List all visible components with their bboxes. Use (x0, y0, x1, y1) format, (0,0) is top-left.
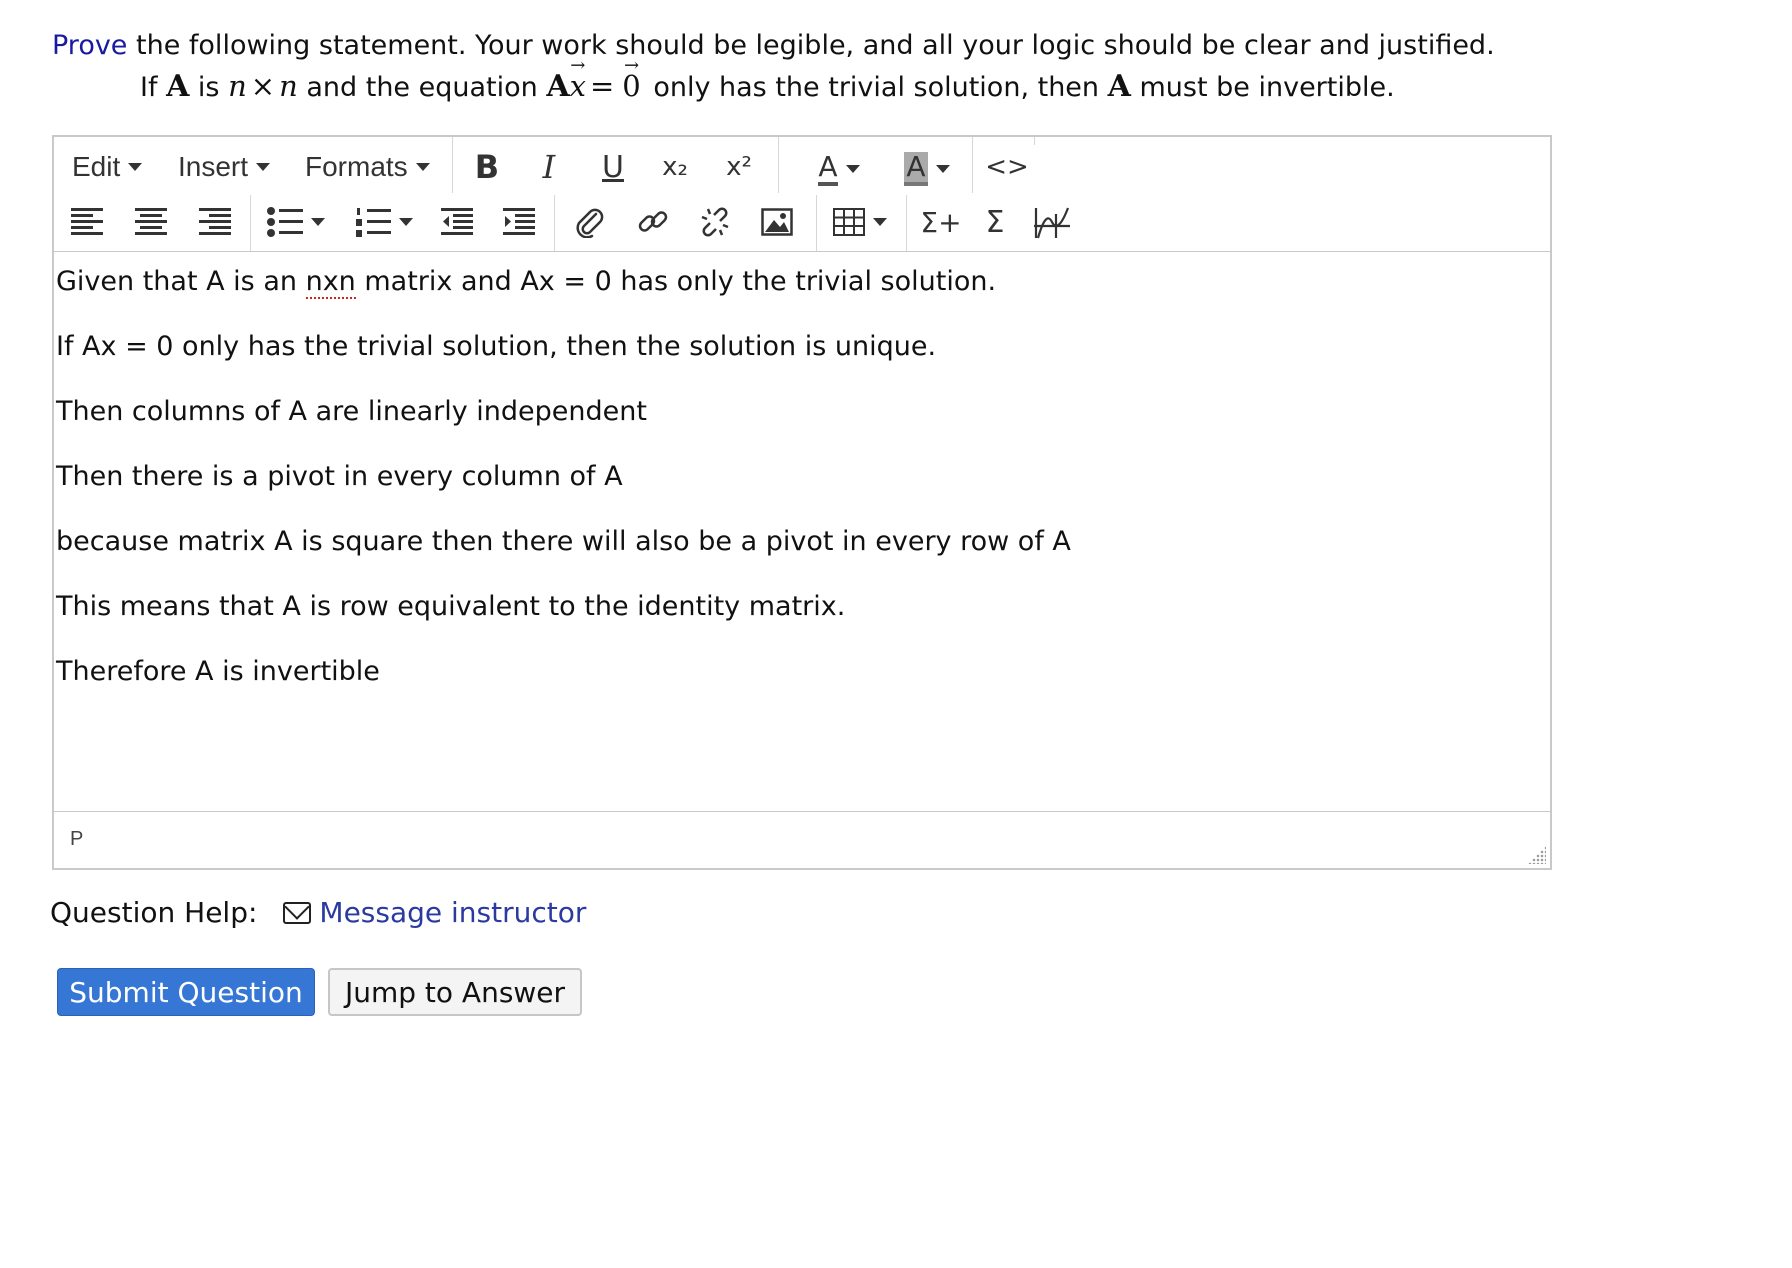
outdent-icon (441, 208, 473, 235)
chevron-down-icon (415, 163, 430, 171)
edit-menu-label: Edit (72, 151, 121, 182)
chevron-down-icon (935, 165, 950, 173)
matrix-symbol: A (166, 69, 190, 104)
graph-icon (1034, 207, 1070, 239)
table-button[interactable] (824, 201, 896, 243)
chevron-down-icon (128, 163, 143, 171)
formats-menu-label: Formats (305, 151, 408, 182)
unlink-button[interactable] (692, 201, 738, 243)
align-right-button[interactable] (192, 201, 238, 243)
math-variable: n (279, 69, 298, 103)
text-color-icon: A (818, 152, 838, 186)
bullet-list-button[interactable] (260, 201, 332, 243)
background-color-button[interactable]: A (882, 147, 972, 191)
toolbar-divider (250, 195, 251, 251)
image-icon (761, 208, 793, 236)
answer-paragraph: Given that A is an nxn matrix and Ax = 0… (56, 266, 997, 299)
editor-statusbar: P (54, 811, 1550, 868)
numbered-list-button[interactable] (348, 201, 420, 243)
paperclip-icon (576, 208, 604, 238)
toolbar-divider (906, 195, 907, 251)
align-center-button[interactable] (128, 201, 174, 243)
toolbar-divider (816, 195, 817, 251)
misspelled-word[interactable]: nxn (305, 266, 356, 299)
bullet-list-icon (267, 207, 303, 237)
statement-text: is (189, 72, 229, 103)
outdent-button[interactable] (434, 201, 480, 243)
answer-paragraph: This means that A is row equivalent to t… (56, 591, 846, 622)
element-path[interactable]: P (70, 828, 83, 851)
toolbar-divider (972, 137, 973, 193)
jump-to-answer-button[interactable]: Jump to Answer (328, 968, 582, 1016)
equals-symbol: = (589, 69, 615, 103)
align-left-button[interactable] (64, 201, 110, 243)
chevron-down-icon (399, 218, 413, 226)
insert-link-button[interactable] (630, 201, 676, 243)
statement-text: must be invertible. (1130, 72, 1395, 103)
edit-menu[interactable]: Edit (72, 147, 143, 187)
numbered-list-icon (356, 208, 391, 237)
statement-text: and the equation (297, 72, 547, 103)
indent-button[interactable] (496, 201, 542, 243)
italic-button[interactable]: I (524, 147, 574, 187)
rich-text-editor: Edit Insert Formats B I U x₂ x² A A <> Σ… (52, 135, 1552, 870)
graph-button[interactable] (1026, 201, 1078, 243)
paragraph-text: Given that A is an (56, 266, 306, 297)
link-icon (638, 211, 668, 232)
underline-button[interactable]: U (588, 147, 638, 187)
align-right-icon (199, 208, 231, 235)
message-instructor-link[interactable]: Message instructor (319, 896, 586, 929)
chevron-down-icon (311, 218, 325, 226)
prompt-text: the following statement. Your work shoul… (127, 30, 1495, 61)
question-help-label: Question Help: (50, 896, 258, 929)
chevron-down-icon (845, 165, 860, 173)
matrix-symbol: A (546, 69, 570, 104)
math-variable: n (228, 69, 247, 103)
matrix-symbol: A (1107, 69, 1131, 104)
editor-toolbar: Edit Insert Formats B I U x₂ x² A A <> Σ… (54, 137, 1550, 252)
align-left-icon (71, 208, 103, 235)
submit-question-button[interactable]: Submit Question (57, 968, 315, 1016)
formats-menu[interactable]: Formats (305, 147, 430, 187)
table-icon (833, 208, 865, 236)
prove-link[interactable]: Prove (52, 30, 127, 61)
vector-x: x (570, 66, 586, 106)
chevron-down-icon (873, 218, 887, 226)
envelope-icon (283, 901, 312, 924)
indent-icon (503, 208, 535, 235)
answer-paragraph: because matrix A is square then there wi… (56, 526, 1071, 557)
align-center-icon (135, 208, 167, 235)
resize-handle[interactable] (1528, 846, 1546, 864)
superscript-button[interactable]: x² (714, 147, 764, 187)
toolbar-divider (1034, 137, 1035, 145)
background-color-icon: A (904, 152, 928, 186)
answer-paragraph: Therefore A is invertible (56, 656, 380, 687)
question-prompt: Prove the following statement. Your work… (52, 26, 1495, 66)
insert-image-button[interactable] (754, 201, 800, 243)
toolbar-divider (452, 137, 453, 193)
chevron-down-icon (256, 163, 271, 171)
statement-text: If (140, 72, 167, 103)
answer-paragraph: Then columns of A are linearly independe… (56, 396, 647, 427)
theorem-statement: If A is n×n and the equation Ax=0 only h… (140, 66, 1395, 108)
text-color-button[interactable]: A (794, 147, 884, 191)
bold-button[interactable]: B (462, 147, 512, 187)
paragraph-text: matrix and Ax = 0 has only the trivial s… (355, 266, 997, 297)
source-code-button[interactable]: <> (982, 147, 1032, 187)
insert-menu[interactable]: Insert (178, 147, 271, 187)
math-editor-button[interactable]: Σ (972, 201, 1018, 243)
toolbar-divider (778, 137, 779, 193)
answer-paragraph: If Ax = 0 only has the trivial solution,… (56, 331, 937, 362)
answer-paragraph: Then there is a pivot in every column of… (56, 461, 623, 492)
toolbar-divider (554, 195, 555, 251)
insert-math-button[interactable]: Σ+ (916, 201, 966, 243)
question-help: Question Help: Message instructor (50, 896, 586, 929)
statement-text: only has the trivial solution, then (644, 72, 1108, 103)
attach-button[interactable] (566, 201, 612, 243)
unlink-icon (701, 207, 729, 237)
insert-menu-label: Insert (178, 151, 249, 182)
zero-vector: 0 (618, 66, 644, 106)
times-symbol: × (250, 69, 276, 103)
subscript-button[interactable]: x₂ (650, 147, 700, 187)
